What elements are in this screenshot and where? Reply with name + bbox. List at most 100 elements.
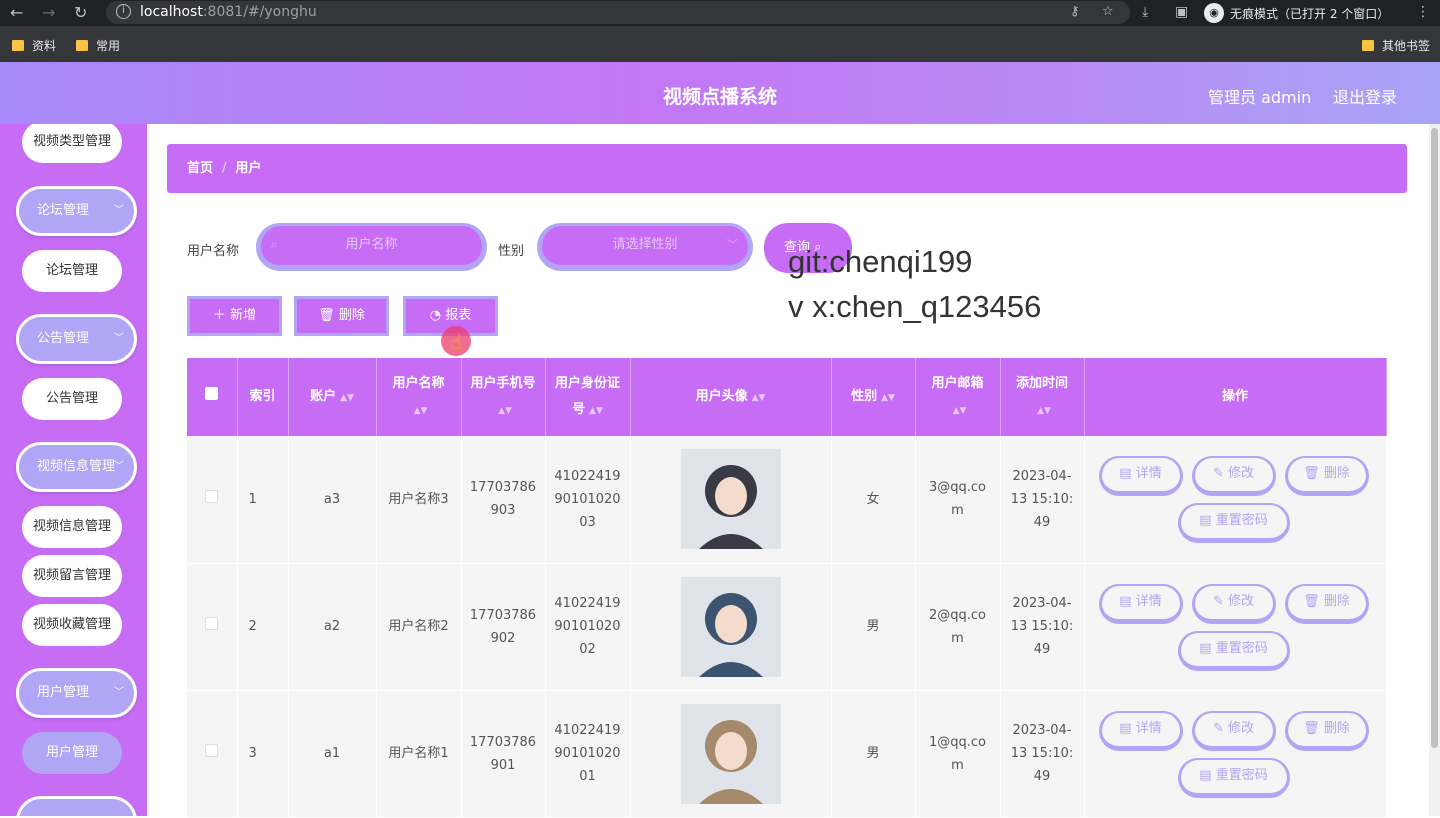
cell-time: 2023-04-13 15:10:49 [1000,690,1085,818]
delete-label: 删除 [1323,593,1350,609]
edit-button[interactable]: ✎ 修改 [1191,710,1276,751]
cell-index: 1 [237,436,289,564]
col-gender[interactable]: 性别 ▲▼ [831,358,916,436]
reset-label: 重置密码 [1215,767,1268,783]
row-checkbox[interactable] [205,744,219,757]
side-panel-icon[interactable]: ▣ [1175,4,1188,20]
sort-icon[interactable]: ▲▼ [1037,406,1051,416]
sort-icon[interactable]: ▲▼ [752,393,766,403]
hand-pointer-icon: ☝ [450,330,463,354]
reset-password-button[interactable]: ▤ 重置密码 [1177,630,1290,671]
checkbox[interactable] [205,387,219,400]
row-delete-button[interactable]: 🗑 删除 [1284,583,1369,624]
breadcrumb-home[interactable]: 首页 [187,161,213,176]
avatar-image[interactable] [680,703,781,804]
reset-password-button[interactable]: ▤ 重置密码 [1177,757,1290,798]
col-avatar[interactable]: 用户头像 ▲▼ [630,358,832,436]
site-info-icon[interactable]: i [116,4,131,19]
reset-password-button[interactable]: ▤ 重置密码 [1177,503,1290,544]
reset-label: 重置密码 [1215,513,1268,529]
row-delete-button[interactable]: 🗑 删除 [1284,710,1369,751]
sort-icon[interactable]: ▲▼ [414,406,428,416]
sort-icon[interactable]: ▲▼ [881,393,895,403]
sort-icon[interactable]: ▲▼ [589,406,603,416]
search-name-input[interactable]: ⌕ 用户名称 [256,223,487,271]
bookmark-folder[interactable]: 资料 [12,37,56,54]
edit-button[interactable]: ✎ 修改 [1191,583,1276,624]
key-icon[interactable]: ⚷ [1070,4,1080,19]
star-icon[interactable]: ☆ [1102,4,1114,19]
back-icon[interactable]: ← [10,3,23,22]
header-label: 操作 [1221,389,1248,404]
row-checkbox[interactable] [205,617,219,630]
incognito-label: 无痕模式（已打开 2 个窗口） [1230,6,1390,21]
sidebar: 视频类型管理 论坛管理 ﹀ 论坛管理 公告管理 ﹀ 公告管理 视频信息管理 ﹀ 视频信… [0,124,147,816]
document-icon: ▤ [1119,466,1132,482]
select-all-checkbox[interactable] [187,358,238,436]
table-header-row: 索引 账户 ▲▼ 用户名称 ▲▼ 用户手机号▲▼ 用户身份证号 ▲▼ 用户头像 ▲▼ 性… [187,358,1387,436]
sidebar-group-notice[interactable]: 公告管理 ﹀ [16,314,137,364]
sidebar-item-forum[interactable]: 论坛管理 [22,250,122,292]
cell-email: 2@qq.com [915,563,1001,691]
download-icon[interactable]: ⤓ [1142,4,1148,20]
detail-button[interactable]: ▤ 详情 [1098,710,1183,751]
sidebar-item-user[interactable]: 用户管理 [22,732,122,774]
header-label: 用户邮箱 [931,375,984,391]
page-scrollbar[interactable] [1429,124,1440,816]
col-account[interactable]: 账户 ▲▼ [288,358,377,436]
sidebar-group-video-info[interactable]: 视频信息管理 ﹀ [16,442,137,492]
row-checkbox-cell[interactable] [187,690,238,818]
table-row: 2 a2 用户名称2 17703786902 410224199010102002 男 2@… [187,563,1387,691]
reload-icon[interactable]: ↻ [74,3,87,22]
sort-icon[interactable]: ▲▼ [498,406,512,416]
edit-button[interactable]: ✎ 修改 [1191,456,1276,497]
gender-select[interactable]: 请选择性别 ﹀ [537,223,753,271]
cell-name: 用户名称2 [376,563,462,691]
group-label: 公告管理 [37,331,90,346]
sidebar-group-forum[interactable]: 论坛管理 ﹀ [16,186,137,236]
header-label: 性别 [851,388,878,404]
delete-label: 删除 [1323,466,1350,482]
row-checkbox-cell[interactable] [187,563,238,691]
address-bar[interactable]: i localhost:8081/#/yonghu ⚷ ☆ [106,1,1130,24]
search-name-label: 用户名称 [187,244,240,259]
row-delete-button[interactable]: 🗑 删除 [1284,456,1369,497]
sidebar-item-notice[interactable]: 公告管理 [22,378,122,420]
row-actions: ▤ 详情 ✎ 修改 🗑 删除 ▤ 重置密码 [1093,577,1378,677]
avatar-image[interactable] [680,576,781,677]
sort-icon[interactable]: ▲▼ [340,393,354,403]
sidebar-group-next[interactable] [16,796,137,816]
header-label: 添加时间 [1015,375,1068,391]
mouse-cursor-highlight: ☝ [441,326,471,356]
col-phone[interactable]: 用户手机号 ▲▼ [461,358,546,436]
col-email[interactable]: 用户邮箱 ▲▼ [915,358,1001,436]
scrollbar-thumb[interactable] [1431,128,1438,748]
detail-button[interactable]: ▤ 详情 [1098,583,1183,624]
other-bookmarks[interactable]: 其他书签 [1362,37,1430,54]
forward-icon[interactable]: → [42,3,55,22]
detail-button[interactable]: ▤ 详情 [1098,456,1183,497]
add-button[interactable]: ＋ 新增 [187,296,282,336]
col-name[interactable]: 用户名称 ▲▼ [376,358,462,436]
row-checkbox[interactable] [205,489,219,503]
sidebar-item-video-type[interactable]: 视频类型管理 [22,124,122,163]
sort-icon[interactable]: ▲▼ [953,406,967,416]
cell-account: a1 [288,690,377,818]
bookmark-folder[interactable]: 常用 [76,37,120,54]
sidebar-item-video-favorite[interactable]: 视频收藏管理 [22,604,122,646]
folder-icon [12,40,24,51]
chevron-down-icon: ﹀ [114,205,124,216]
menu-kebab-icon[interactable]: ⋮ [1416,4,1430,20]
sidebar-group-user[interactable]: 用户管理 ﹀ [16,668,137,718]
logout-link[interactable]: 退出登录 [1333,84,1397,108]
sidebar-item-video-comment[interactable]: 视频留言管理 [22,555,122,597]
incognito-indicator[interactable]: ◉ 无痕模式（已打开 2 个窗口） [1204,3,1389,23]
report-label: 报表 [445,308,472,323]
col-idcard[interactable]: 用户身份证号 ▲▼ [545,358,631,436]
sidebar-item-video-info[interactable]: 视频信息管理 [22,506,122,548]
col-time[interactable]: 添加时间 ▲▼ [1000,358,1085,436]
row-checkbox-cell[interactable] [187,436,238,564]
avatar-image[interactable] [680,449,781,550]
delete-button[interactable]: 🗑 删除 [294,296,389,336]
cell-email: 3@qq.com [915,436,1001,564]
